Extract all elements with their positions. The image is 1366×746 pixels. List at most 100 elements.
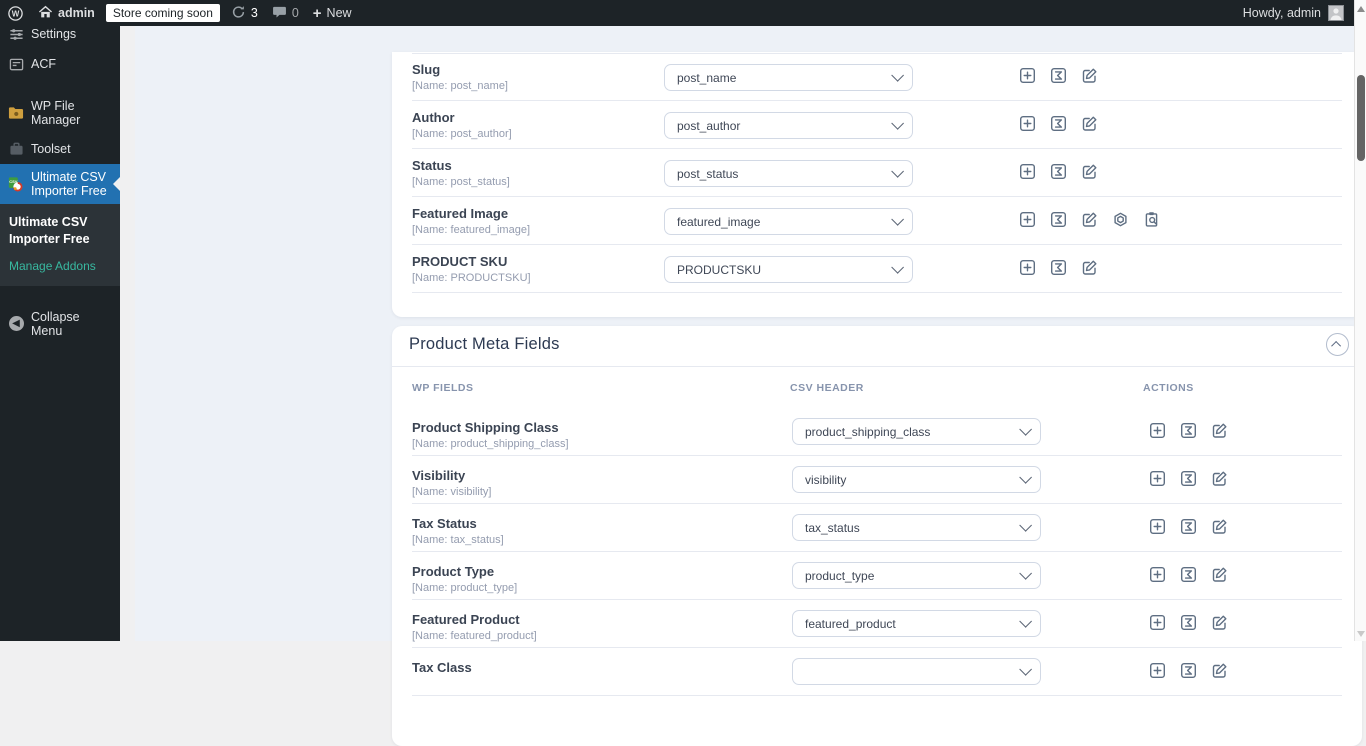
add-static-value-button[interactable] <box>1149 422 1166 439</box>
formula-button[interactable] <box>1180 470 1197 487</box>
section-title: Product Meta Fields <box>409 335 560 354</box>
sidebar-item-ultimate-csv-importer[interactable]: CSV Ultimate CSV Importer Free <box>0 164 120 204</box>
csv-header-dropdown[interactable] <box>792 658 1041 685</box>
add-static-value-button[interactable] <box>1019 211 1036 228</box>
scrollbar-thumb[interactable] <box>1357 75 1365 161</box>
submenu-item-current[interactable]: Ultimate CSV Importer Free <box>9 214 111 248</box>
csv-header-dropdown[interactable]: post_author <box>664 112 913 139</box>
field-label-block: Featured Product [Name: featured_product… <box>412 612 537 642</box>
updates-icon <box>231 4 246 22</box>
updates-menu[interactable]: 3 <box>224 0 265 26</box>
site-name: admin <box>58 6 95 20</box>
core-fields-card: Slug [Name: post_name] post_name Author … <box>392 52 1362 317</box>
sidebar-item-label: Toolset <box>31 142 71 156</box>
media-search-button[interactable] <box>1143 211 1160 228</box>
formula-button[interactable] <box>1050 115 1067 132</box>
csv-header-dropdown[interactable]: post_name <box>664 64 913 91</box>
menu-separator <box>0 79 120 92</box>
field-label-block: PRODUCT SKU [Name: PRODUCTSKU] <box>412 254 531 284</box>
csv-header-dropdown[interactable]: tax_status <box>792 514 1041 541</box>
edit-button[interactable] <box>1211 662 1228 679</box>
edit-button[interactable] <box>1081 259 1098 276</box>
edit-button[interactable] <box>1211 470 1228 487</box>
formula-button[interactable] <box>1180 614 1197 631</box>
field-label: Product Type <box>412 564 517 580</box>
comments-menu[interactable]: 0 <box>265 0 306 26</box>
row-actions <box>1149 422 1228 439</box>
edit-button[interactable] <box>1081 115 1098 132</box>
add-static-value-button[interactable] <box>1149 614 1166 631</box>
add-static-value-button[interactable] <box>1149 662 1166 679</box>
edit-button[interactable] <box>1081 67 1098 84</box>
add-static-value-button[interactable] <box>1019 259 1036 276</box>
new-menu[interactable]: + New <box>306 0 359 26</box>
edit-button[interactable] <box>1211 422 1228 439</box>
field-label-block: Product Shipping Class [Name: product_sh… <box>412 420 569 450</box>
csv-header-dropdown[interactable]: featured_image <box>664 208 913 235</box>
collapse-menu-button[interactable]: ◀ Collapse Menu <box>0 303 120 345</box>
add-static-value-button[interactable] <box>1019 163 1036 180</box>
howdy-text: Howdy, admin <box>1243 6 1321 20</box>
csv-header-dropdown-value: product_shipping_class <box>805 425 1019 439</box>
add-static-value-button[interactable] <box>1149 470 1166 487</box>
csv-header-dropdown[interactable]: PRODUCTSKU <box>664 256 913 283</box>
field-label-block: Product Type [Name: product_type] <box>412 564 517 594</box>
product-meta-fields-card: Product Meta Fields WP FIELDS CSV HEADER… <box>392 326 1362 746</box>
page-scrollbar[interactable] <box>1354 0 1366 641</box>
csv-header-dropdown[interactable]: featured_product <box>792 610 1041 637</box>
sidebar-item-settings[interactable]: Settings <box>0 26 120 49</box>
toolset-icon <box>8 141 24 157</box>
section-collapse-button[interactable] <box>1326 333 1349 356</box>
formula-button[interactable] <box>1180 422 1197 439</box>
formula-button[interactable] <box>1050 67 1067 84</box>
formula-button[interactable] <box>1180 518 1197 535</box>
edit-button[interactable] <box>1211 566 1228 583</box>
csv-header-dropdown[interactable]: product_shipping_class <box>792 418 1041 445</box>
add-static-value-button[interactable] <box>1149 518 1166 535</box>
field-internal-name: [Name: post_author] <box>412 128 512 140</box>
csv-header-dropdown[interactable]: visibility <box>792 466 1041 493</box>
formula-button[interactable] <box>1050 211 1067 228</box>
edit-button[interactable] <box>1211 518 1228 535</box>
csv-header-dropdown[interactable]: product_type <box>792 562 1041 589</box>
account-menu[interactable]: Howdy, admin <box>1243 5 1354 21</box>
plus-icon: + <box>313 6 322 21</box>
field-row: Author [Name: post_author] post_author <box>392 101 1362 149</box>
csv-header-dropdown-value: PRODUCTSKU <box>677 263 891 277</box>
scrollbar-down-arrow[interactable] <box>1357 631 1365 637</box>
field-label-block: Slug [Name: post_name] <box>412 62 508 92</box>
edit-button[interactable] <box>1081 211 1098 228</box>
field-label: Author <box>412 110 512 126</box>
add-static-value-button[interactable] <box>1019 67 1036 84</box>
chevron-down-icon <box>1019 423 1032 436</box>
formula-button[interactable] <box>1180 662 1197 679</box>
csv-header-dropdown[interactable]: post_status <box>664 160 913 187</box>
sidebar-item-acf[interactable]: ACF <box>0 49 120 79</box>
field-row: Product Shipping Class [Name: product_sh… <box>392 408 1362 456</box>
updates-count: 3 <box>251 6 258 20</box>
field-internal-name: [Name: featured_product] <box>412 630 537 642</box>
formula-button[interactable] <box>1050 163 1067 180</box>
site-menu[interactable]: admin <box>31 0 102 26</box>
sidebar-item-toolset[interactable]: Toolset <box>0 134 120 164</box>
field-row: Tax Status [Name: tax_status] tax_status <box>392 504 1362 552</box>
csv-importer-logo: CSV <box>8 176 24 192</box>
formula-button[interactable] <box>1180 566 1197 583</box>
submenu-item-manage-addons[interactable]: Manage Addons <box>9 259 111 273</box>
edit-button[interactable] <box>1081 163 1098 180</box>
field-label: Featured Product <box>412 612 537 628</box>
column-header-actions: ACTIONS <box>1143 382 1194 394</box>
scrollbar-up-arrow[interactable] <box>1357 6 1365 12</box>
formula-button[interactable] <box>1050 259 1067 276</box>
coming-soon-badge[interactable]: Store coming soon <box>106 4 220 22</box>
openai-button[interactable] <box>1112 211 1129 228</box>
add-static-value-button[interactable] <box>1019 115 1036 132</box>
row-actions <box>1149 614 1228 631</box>
wordpress-logo-icon[interactable]: W <box>0 0 31 26</box>
edit-button[interactable] <box>1211 614 1228 631</box>
plugin-content-area: Slug [Name: post_name] post_name Author … <box>135 26 1354 641</box>
field-label: Slug <box>412 62 508 78</box>
csv-importer-submenu: Ultimate CSV Importer Free Manage Addons <box>0 204 120 286</box>
add-static-value-button[interactable] <box>1149 566 1166 583</box>
sidebar-item-wp-file-manager[interactable]: WP File Manager <box>0 92 120 134</box>
